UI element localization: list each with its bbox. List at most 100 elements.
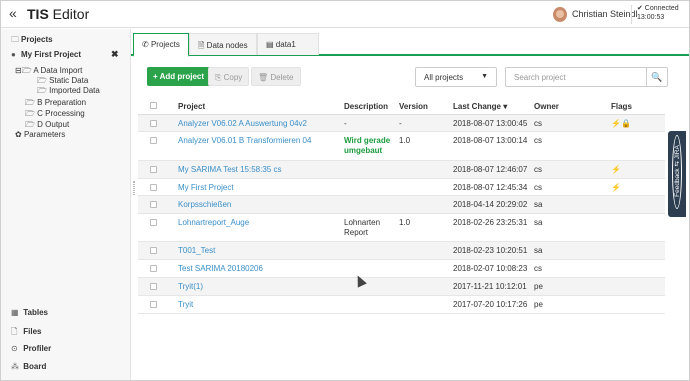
close-project-icon[interactable]: ✖	[111, 49, 119, 60]
tab-projects[interactable]: ✆ Projects	[133, 33, 189, 57]
project-description: Lohnarten Report	[344, 218, 381, 237]
folder-icon: 🗀	[11, 35, 19, 44]
table-row[interactable]: My SARIMA Test 15:58:35 cs 2018-08-07 12:…	[138, 161, 665, 179]
project-name-link[interactable]: Analyzer V06.01 B Transformieren 04	[178, 136, 311, 145]
table-row[interactable]: Korpsschießen 2018-04-14 20:29:02 sa	[138, 196, 665, 214]
table-row[interactable]: Analyzer V06.02 A Auswertung 04v2 - - 2018-…	[138, 115, 665, 132]
document-icon: 🗎	[198, 41, 205, 50]
project-last-change: 2018-02-07 10:08:23	[453, 264, 528, 273]
row-checkbox[interactable]	[150, 219, 157, 226]
table-row[interactable]: Analyzer V06.01 B Transformieren 04 Wird …	[138, 132, 665, 161]
row-checkbox[interactable]	[150, 137, 157, 144]
project-owner: sa	[534, 200, 543, 209]
app-brand: TIS	[27, 6, 49, 22]
row-checkbox[interactable]	[150, 184, 157, 191]
tab-data1[interactable]: ▤ data1	[257, 33, 319, 55]
tab-label: Data nodes	[206, 41, 248, 50]
avatar[interactable]	[553, 7, 567, 22]
row-checkbox[interactable]	[150, 265, 157, 272]
column-header-owner[interactable]: Owner	[534, 102, 559, 111]
tree-item-label: Parameters	[23, 130, 66, 139]
row-checkbox[interactable]	[150, 301, 157, 308]
profiler-icon: ⊙	[11, 344, 18, 353]
folder-open-icon: 🗁	[25, 120, 35, 129]
select-all-checkbox[interactable]	[150, 102, 157, 109]
sidebar-item-label: Files	[23, 327, 42, 336]
table-row[interactable]: Tryit(1) 2017-11-21 10:12:01 pe	[138, 278, 665, 296]
project-name-link[interactable]: Test SARIMA 20180206	[178, 264, 263, 273]
sidebar-item-tables[interactable]: ▦ Tables	[11, 308, 48, 317]
project-name-link[interactable]: Lohnartreport_Auge	[178, 218, 249, 227]
table-row[interactable]: T001_Test 2018-02-23 10:20:51 sa	[138, 242, 665, 260]
feedback-jira-tab[interactable]: Feedback ⇆ JIRA	[668, 131, 686, 217]
row-checkbox[interactable]	[150, 283, 157, 290]
project-last-change: 2018-02-23 10:20:51	[453, 246, 528, 255]
project-owner: pe	[534, 282, 543, 291]
sidebar-item-profiler[interactable]: ⊙ Profiler	[11, 344, 51, 353]
board-icon: ⁂	[11, 362, 19, 371]
sidebar-projects-label: Projects	[21, 35, 53, 44]
column-header-flags[interactable]: Flags	[611, 102, 632, 111]
user-name[interactable]: Christian Steindl	[572, 9, 638, 19]
project-description: Wird gerade umgebaut	[344, 136, 391, 155]
tab-label: Projects	[150, 40, 180, 49]
folder-open-icon: 🗁	[37, 86, 47, 95]
copy-button[interactable]: ⎘ Copy	[208, 67, 250, 86]
help-icon	[672, 135, 682, 209]
project-name-link[interactable]: Tryit(1)	[178, 282, 203, 291]
project-name-link[interactable]: Analyzer V06.02 A Auswertung 04v2	[178, 119, 307, 128]
row-checkbox[interactable]	[150, 166, 157, 173]
project-last-change: 2017-11-21 10:12:01	[453, 282, 527, 291]
table-row[interactable]: Lohnartreport_Auge Lohnarten Report 1.0 201…	[138, 214, 665, 242]
column-header-last-change[interactable]: Last Change ▾	[453, 102, 507, 111]
project-owner: sa	[534, 246, 543, 255]
project-flags: ⚡	[611, 183, 621, 192]
tree-item-label: B Preparation	[37, 98, 87, 107]
caret-down-icon: ▼	[481, 73, 488, 80]
projects-tab-icon: ✆	[142, 40, 149, 49]
project-last-change: 2018-08-07 13:00:14	[453, 136, 528, 145]
project-name-link[interactable]: Tryit	[178, 300, 193, 309]
app-title: TIS Editor	[27, 6, 89, 22]
project-name-link[interactable]: My First Project	[178, 183, 234, 192]
project-flags: ⚡🔒	[611, 119, 631, 128]
current-project-label: My First Project	[21, 50, 82, 59]
bullet-icon: ●	[11, 50, 16, 59]
project-filter-select[interactable]: All projects ▼	[415, 67, 497, 87]
project-name-link[interactable]: My SARIMA Test 15:58:35 cs	[178, 165, 281, 174]
row-checkbox[interactable]	[150, 247, 157, 254]
row-checkbox[interactable]	[150, 120, 157, 127]
table-header: Project Description Version Last Change …	[138, 98, 665, 115]
folder-open-icon: 🗁	[25, 109, 35, 118]
search-input[interactable]: Search project	[505, 67, 647, 87]
table-row[interactable]: Tryit 2017-07-20 10:17:26 pe	[138, 296, 665, 314]
project-version: -	[399, 119, 402, 128]
tree-item-label: Imported Data	[49, 86, 100, 95]
tree-item-parameters[interactable]: ✿ Parameters	[15, 130, 65, 139]
tab-bar: ✆ Projects 🗎 Data nodes ▤ data1	[131, 33, 689, 57]
project-description: -	[344, 119, 347, 128]
sidebar-projects[interactable]: 🗀 Projects	[11, 34, 53, 48]
column-header-version[interactable]: Version	[399, 102, 428, 111]
delete-button[interactable]: 🗑 Delete	[251, 67, 301, 86]
connection-label: ✔ Connected	[637, 5, 679, 12]
tab-data-nodes[interactable]: 🗎 Data nodes	[189, 33, 257, 55]
project-name-link[interactable]: Korpsschießen	[178, 200, 231, 209]
search-icon[interactable]: 🔍	[646, 67, 668, 87]
column-header-project[interactable]: Project	[178, 102, 205, 111]
add-project-button[interactable]: + Add project	[147, 67, 211, 86]
row-checkbox[interactable]	[150, 201, 157, 208]
sidebar-current-project[interactable]: ● My First Project	[11, 50, 81, 59]
project-last-change: 2017-07-20 10:17:26	[453, 300, 528, 309]
table-row[interactable]: Test SARIMA 20180206 2018-02-07 10:08:23 c…	[138, 260, 665, 278]
sidebar-resize-handle[interactable]	[133, 181, 135, 195]
project-name-link[interactable]: T001_Test	[178, 246, 215, 255]
project-last-change: 2018-02-26 23:25:31	[453, 218, 528, 227]
column-header-description[interactable]: Description	[344, 102, 388, 111]
table-row[interactable]: My First Project 2018-08-07 12:45:34 cs ⚡	[138, 179, 665, 196]
project-owner: sa	[534, 218, 543, 227]
sidebar-item-files[interactable]: 🗋 Files	[11, 326, 41, 340]
collapse-sidebar-icon[interactable]: «	[9, 5, 17, 21]
sidebar-item-board[interactable]: ⁂ Board	[11, 362, 46, 371]
toolbar: + Add project ⎘ Copy 🗑 Delete All projec…	[131, 64, 689, 90]
